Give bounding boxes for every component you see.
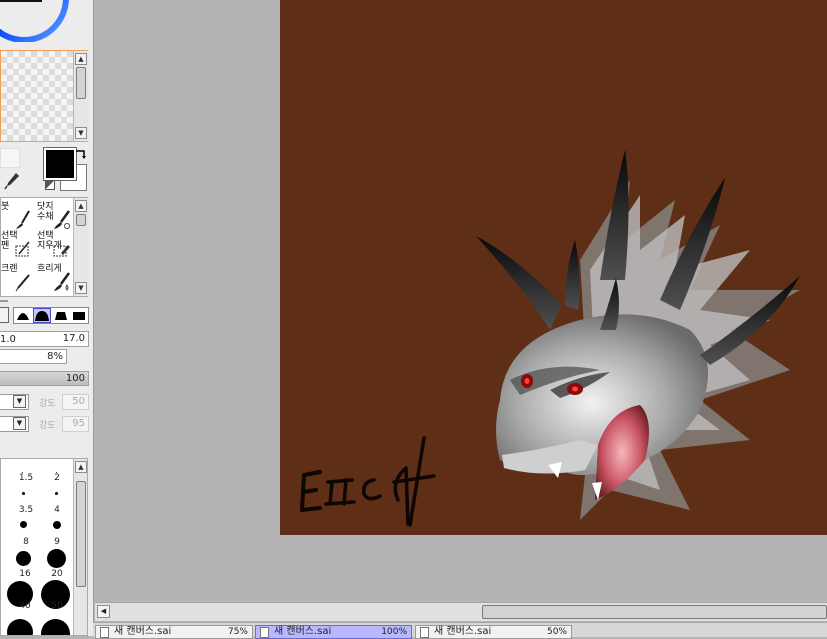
brush-preset[interactable] (47, 549, 66, 568)
density-slider[interactable]: 100 (0, 371, 89, 386)
brush-size-grid: 1.5 2 3.5 4 8 9 16 20 40 50 ▲ (0, 458, 88, 636)
scroll-left-icon[interactable]: ◀ (97, 605, 110, 618)
brush-shape-row (13, 307, 89, 324)
brush-size-label: 16 (19, 569, 31, 579)
scroll-thumb[interactable] (76, 67, 86, 99)
tool-label: 붓 (1, 202, 10, 212)
eyedropper-icon[interactable] (4, 172, 20, 190)
tab-name: 새 캔버스.sai (274, 626, 332, 637)
layer-preview[interactable]: ▲ ▼ (0, 50, 89, 142)
brush-size-field[interactable]: 1.0 17.0 (0, 331, 89, 347)
tab-zoom: 100% (381, 627, 407, 637)
scroll-up-icon[interactable]: ▲ (75, 461, 87, 473)
strength-field-1: 50 (62, 394, 89, 410)
brush-preset[interactable] (22, 492, 25, 495)
scroll-down-icon[interactable]: ▼ (75, 127, 87, 139)
dropdown-arrow-icon[interactable]: ▼ (13, 395, 26, 408)
strength-field-2: 95 (62, 416, 89, 432)
watercolor-brush-icon (54, 210, 71, 229)
selection-eraser-icon (53, 245, 70, 257)
tool-selection-eraser[interactable]: 선택 지우개 (37, 231, 73, 261)
color-wheel[interactable] (0, 0, 76, 42)
brush-size-label: 9 (54, 537, 60, 547)
min-density-value: 8% (47, 351, 63, 362)
brush-size-label: 40 (19, 601, 31, 611)
tab-zoom: 75% (227, 627, 248, 637)
tool-panel: ▲ ▼ 붓 닷지 수채 선택 펜 선택 지우개 크렌 흐리게 ▲ ▼ 1.0 1… (0, 0, 94, 636)
document-tab[interactable]: 새 캔버스.sai 50% (415, 625, 572, 639)
document-icon (260, 627, 269, 638)
brush-size-label: 8 (23, 537, 29, 547)
crayon-icon (15, 274, 30, 292)
brush-preset[interactable] (20, 521, 27, 528)
brush-size-scrollbar[interactable]: ▲ (73, 459, 87, 635)
dropdown-arrow-icon[interactable]: ▼ (13, 417, 26, 430)
signature-graphic (300, 436, 436, 527)
brush-mode-button[interactable] (0, 307, 9, 323)
divider (0, 300, 8, 302)
document-tabs: 새 캔버스.sai 75% 새 캔버스.sai 100% 새 캔버스.sai 5… (93, 622, 827, 639)
tool-label: 크렌 (1, 264, 18, 274)
brush-preset[interactable] (53, 521, 61, 529)
scroll-up-icon[interactable]: ▲ (75, 200, 87, 212)
brush-size-label: 2 (54, 473, 60, 483)
tool-selection-pen[interactable]: 선택 펜 (1, 231, 37, 261)
scroll-thumb[interactable] (76, 214, 86, 226)
brush-size-label: 3.5 (18, 505, 34, 515)
tool-grid: 붓 닷지 수채 선택 펜 선택 지우개 크렌 흐리게 ▲ ▼ (0, 197, 89, 297)
strength-label: 강도 (39, 399, 56, 409)
swap-colors-icon[interactable] (74, 148, 88, 160)
blur-icon (54, 272, 71, 291)
tab-name: 새 캔버스.sai (114, 626, 172, 637)
brush-preset[interactable] (16, 551, 31, 566)
scroll-thumb[interactable] (482, 605, 827, 619)
brush-size-label: 50 (51, 601, 63, 611)
brush-preset[interactable] (55, 492, 58, 495)
scroll-thumb[interactable] (76, 481, 86, 587)
tool-blur[interactable]: 흐리게 (37, 262, 73, 292)
shape-sharp-icon[interactable] (16, 310, 30, 321)
min-density-field[interactable]: 8% (0, 349, 67, 364)
tool-label: 닷지 수채 (37, 202, 54, 222)
canvas[interactable] (280, 0, 827, 535)
shape-medium-selected[interactable] (33, 308, 51, 323)
brush-preset[interactable] (7, 619, 33, 635)
density-value: 100 (65, 373, 85, 384)
selection-pen-icon (15, 241, 30, 257)
shape-soft-icon[interactable] (54, 310, 68, 321)
tool-crayon[interactable]: 크렌 (1, 262, 37, 292)
horizontal-scrollbar[interactable]: ◀ (95, 602, 827, 621)
scroll-up-icon[interactable]: ▲ (75, 53, 87, 65)
tab-name: 새 캔버스.sai (434, 626, 492, 637)
min-size-value: 1.0 (0, 334, 16, 345)
blank-swatch[interactable] (0, 148, 20, 168)
document-icon (100, 627, 109, 638)
document-tab-active[interactable]: 새 캔버스.sai 100% (255, 625, 412, 639)
tool-grid-scrollbar[interactable]: ▲ ▼ (73, 198, 89, 296)
primary-color-swatch[interactable] (43, 147, 77, 181)
brush-size-label: 20 (51, 569, 63, 579)
signature (294, 430, 464, 530)
document-tab[interactable]: 새 캔버스.sai 75% (95, 625, 253, 639)
document-icon (420, 627, 429, 638)
strength-label: 강도 (39, 421, 56, 431)
brush-size-label: 4 (54, 505, 60, 515)
brush-preset[interactable] (41, 619, 70, 635)
preview-scrollbar[interactable]: ▲ ▼ (73, 51, 89, 141)
shape-flat-icon[interactable] (72, 310, 86, 321)
size-value: 17.0 (62, 333, 85, 344)
tool-watercolor[interactable]: 닷지 수채 (37, 200, 73, 230)
brush-size-label: 1.5 (18, 473, 34, 483)
brush-icon (16, 210, 30, 229)
scroll-down-icon[interactable]: ▼ (75, 282, 87, 294)
tab-zoom: 50% (546, 627, 567, 637)
reset-colors-icon[interactable] (45, 180, 55, 190)
